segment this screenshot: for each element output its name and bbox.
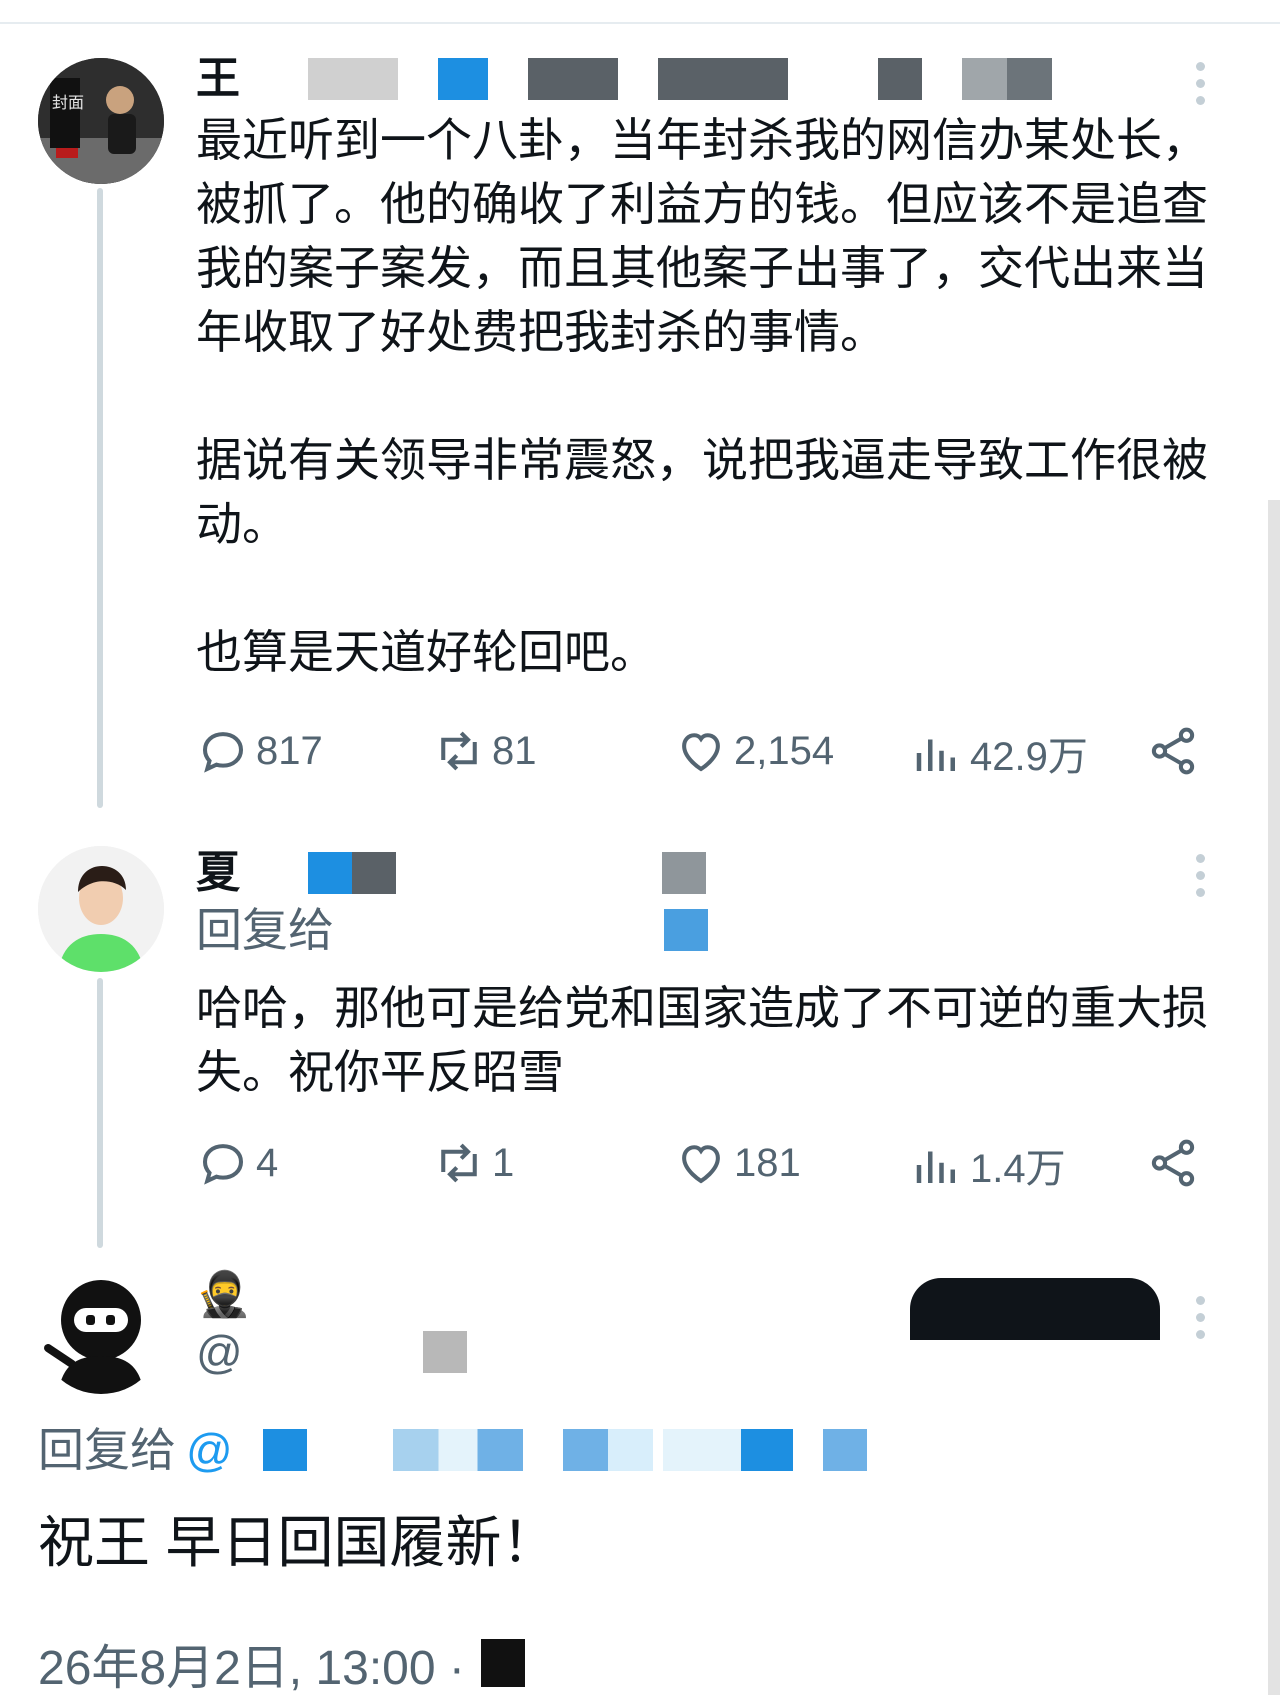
redacted-handle (392, 1429, 523, 1471)
svg-text:封面: 封面 (52, 93, 84, 112)
tweet-focused[interactable]: 🥷 @ 回复给 @ 祝王 早日回国履新！ 26年8月2日, 13:00 · (0, 1240, 1268, 1695)
redacted-handle (662, 852, 706, 894)
reply-to: 回复给 @ (38, 1422, 867, 1478)
redacted-handle (658, 58, 788, 100)
like-count: 181 (734, 1140, 801, 1185)
redacted-handle (528, 58, 618, 100)
retweet-button[interactable]: 81 (432, 724, 537, 778)
heart-icon (682, 1145, 720, 1184)
author-name-text: 王 (196, 54, 240, 103)
share-icon (1151, 727, 1195, 775)
thread-line (97, 188, 103, 808)
redacted-handle (438, 58, 488, 100)
redacted-handle (262, 1429, 307, 1471)
redacted-handle (422, 1331, 467, 1373)
redacted-handle (878, 58, 922, 100)
heart-icon (682, 733, 720, 772)
reply-count: 4 (256, 1140, 279, 1185)
redacted-handle (962, 58, 1052, 100)
reply-icon (202, 1144, 244, 1185)
like-button[interactable]: 2,154 (674, 724, 834, 778)
view-count: 1.4万 (970, 1147, 1066, 1191)
author-name-text: 🥷 (196, 1270, 251, 1319)
like-button[interactable]: 181 (674, 1136, 801, 1190)
author-name[interactable]: 王 (196, 54, 1052, 104)
author-name-text: 夏 (196, 848, 240, 897)
views-icon (916, 739, 955, 771)
share-icon (1151, 1139, 1195, 1187)
more-icon[interactable] (1196, 62, 1208, 105)
redacted-name (248, 58, 398, 100)
avatar[interactable]: 封面 (38, 58, 164, 184)
scrollbar[interactable] (1268, 500, 1280, 1695)
tweet-reply[interactable]: 夏 回复给 哈哈，那他可是给党和国家造成了不可逆的重大损失。祝你平反昭雪 4 1… (0, 840, 1268, 1248)
reply-to-label: 回复给 (196, 904, 334, 956)
reply-button[interactable]: 817 (196, 724, 323, 778)
tweet-text: 哈哈，那他可是给党和国家造成了不可逆的重大损失。祝你平反昭雪 (196, 982, 1208, 1098)
more-icon[interactable] (1196, 1296, 1208, 1339)
tweet-text: 祝王 早日回国履新！ (38, 1511, 558, 1574)
redacted-handle (822, 1429, 867, 1471)
reply-count: 817 (256, 728, 323, 773)
thread-line (97, 978, 103, 1248)
view-count: 42.9万 (970, 735, 1088, 779)
author-name[interactable]: 🥷 (196, 1270, 251, 1320)
avatar[interactable] (38, 846, 164, 972)
tweet-timestamp[interactable]: 26年8月2日, 13:00 · (38, 1628, 525, 1698)
follow-button[interactable] (910, 1278, 1160, 1340)
reply-to: 回复给 (196, 902, 708, 958)
redacted-handle (664, 909, 708, 951)
redacted-handle (562, 1429, 653, 1471)
like-count: 2,154 (734, 728, 835, 773)
reply-to-label: 回复给 (38, 1424, 176, 1476)
avatar[interactable] (38, 1268, 164, 1394)
redacted-views (480, 1639, 525, 1687)
redacted-name (308, 852, 352, 894)
author-handle[interactable]: @ (196, 1324, 467, 1380)
reply-icon (202, 732, 244, 773)
reply-to-handle[interactable]: @ (186, 1422, 233, 1478)
tweet-actions: 817 81 2,154 42.9万 (196, 724, 1216, 784)
retweet-button[interactable]: 1 (432, 1136, 514, 1190)
reply-button[interactable]: 4 (196, 1136, 278, 1190)
redacted-name (352, 852, 396, 894)
retweet-count: 81 (492, 728, 537, 773)
retweet-icon (441, 1143, 477, 1183)
views-button[interactable]: 42.9万 (910, 724, 1088, 782)
timestamp-text: 26年8月2日, 13:00 · (38, 1642, 465, 1695)
share-button[interactable] (1146, 724, 1200, 778)
tweet-actions: 4 1 181 1.4万 (196, 1136, 1216, 1196)
redacted-handle (662, 1429, 793, 1471)
more-icon[interactable] (1196, 854, 1208, 897)
share-button[interactable] (1146, 1136, 1200, 1190)
retweet-count: 1 (492, 1140, 515, 1185)
retweet-icon (441, 731, 477, 771)
tweet-text: 最近听到一个八卦，当年封杀我的网信办某处长，被抓了。他的确收了利益方的钱。但应该… (196, 114, 1208, 678)
views-icon (916, 1151, 955, 1183)
views-button[interactable]: 1.4万 (910, 1136, 1066, 1194)
tweet-main[interactable]: 封面 王 最近听到一个八卦，当年封杀我的网信办某处长，被抓了。他的确收了利益方的… (0, 0, 1268, 808)
author-name[interactable]: 夏 (196, 848, 706, 898)
author-handle-text: @ (196, 1326, 243, 1378)
